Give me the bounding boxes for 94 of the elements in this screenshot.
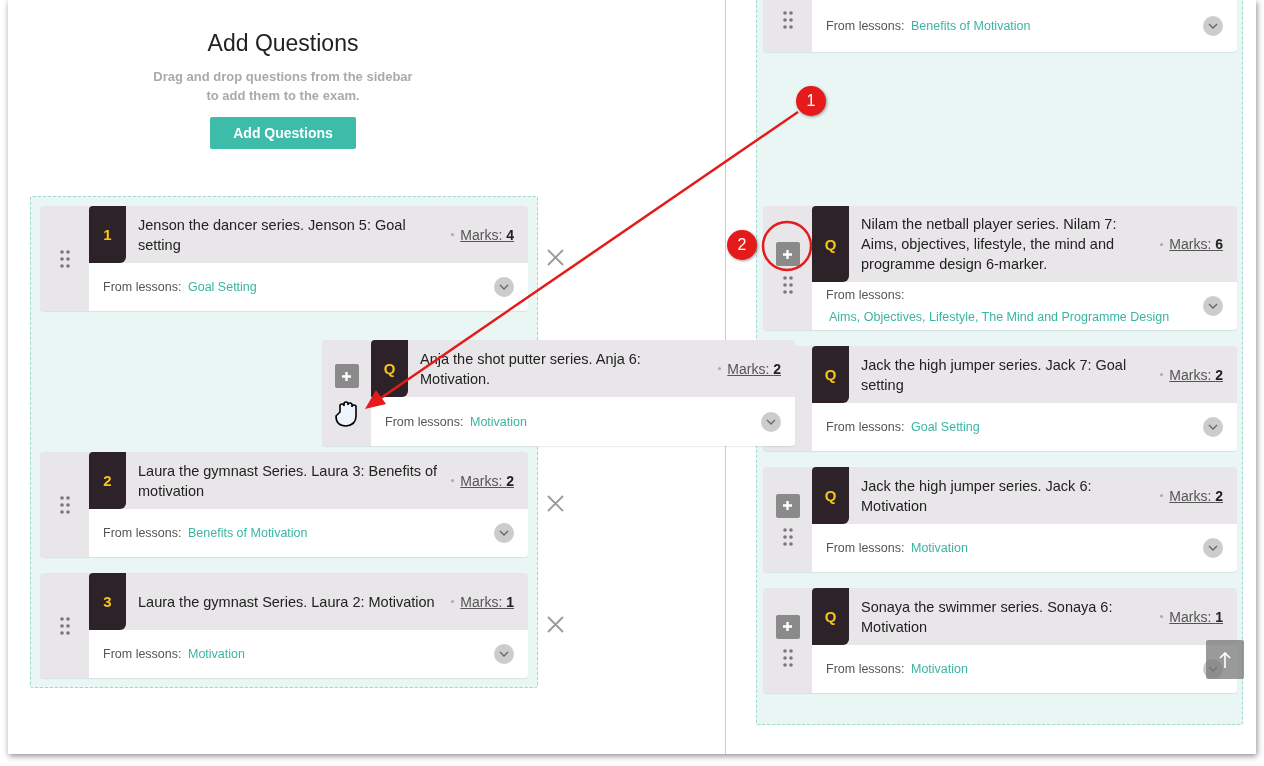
marks-link[interactable]: Marks: 6 [1169, 236, 1223, 252]
lessons-label: From lessons: [826, 420, 905, 434]
page-title: Add Questions [207, 30, 359, 57]
lesson-link[interactable]: Aims, Objectives, Lifestyle, The Mind and Programme Design [829, 310, 1170, 324]
lessons-label: From lessons: [103, 526, 182, 540]
drag-handle-icon[interactable] [59, 616, 70, 635]
question-badge: Q [812, 346, 849, 403]
question-title: Laura the gymnast Series. Laura 3: Benefits of motivation [137, 461, 439, 501]
separator-dot [451, 233, 455, 236]
drag-handle-icon[interactable] [59, 495, 70, 514]
lesson-link[interactable]: Motivation [911, 541, 968, 555]
expand-button[interactable] [494, 523, 514, 543]
lesson-link[interactable]: Motivation [188, 647, 245, 661]
question-badge: Q [812, 467, 849, 524]
question-badge: 2 [89, 452, 126, 509]
lessons-label: From lessons: [826, 18, 905, 33]
separator-dot [1160, 615, 1164, 618]
lessons-label: From lessons: [103, 280, 182, 294]
close-icon [547, 495, 564, 512]
separator-dot [718, 367, 722, 370]
marks-link[interactable]: Marks: 4 [460, 226, 514, 243]
question-title: Jack the high jumper series. Jack 6: Motivation [860, 476, 1093, 516]
hand-cursor-icon [333, 400, 360, 428]
question-badge: Q [812, 206, 849, 282]
question-badge: Q [812, 588, 849, 645]
plus-icon [782, 248, 793, 260]
marks-link[interactable]: Marks: 1 [1169, 608, 1223, 625]
remove-button[interactable] [547, 616, 564, 633]
chevron-down-icon [499, 530, 509, 536]
lessons-label: From lessons: [826, 541, 905, 555]
chevron-down-icon [499, 651, 509, 657]
add-button[interactable] [775, 242, 800, 266]
expand-button[interactable] [1203, 15, 1223, 36]
chevron-down-icon [1208, 303, 1218, 309]
question-title: Laura the gymnast Series. Laura 2: Motivation [137, 592, 436, 612]
separator-dot [1160, 242, 1164, 246]
question-title: Nilam the netball player series. Nilam 7: Aims, objectives, lifestyle, the mind and programme design 6-marker. [860, 215, 1118, 274]
chevron-down-icon [499, 284, 509, 290]
lessons-label: From lessons: [826, 288, 905, 302]
remove-button[interactable] [547, 249, 564, 266]
add-button[interactable] [775, 493, 800, 518]
separator-dot [451, 600, 455, 603]
drag-handle-icon[interactable] [782, 276, 793, 294]
add-questions-button[interactable]: Add Questions [210, 117, 356, 149]
lesson-link[interactable]: Motivation [911, 662, 968, 676]
marks-link[interactable]: Marks: 2 [727, 360, 781, 377]
drag-handle-icon[interactable] [782, 11, 793, 29]
drag-handle-icon[interactable] [782, 527, 793, 546]
lesson-link[interactable]: Goal Setting [911, 420, 980, 434]
question-badge: 3 [89, 573, 126, 630]
add-button[interactable] [334, 364, 359, 388]
scroll-to-top-button[interactable] [1206, 640, 1244, 679]
question-badge: Q [371, 340, 408, 397]
expand-button[interactable] [1203, 538, 1223, 558]
question-badge: 1 [89, 206, 126, 263]
question-title: Jack the high jumper series. Jack 7: Goal setting [860, 355, 1128, 395]
page-description: Drag and drop questions from the sidebar to add them to the exam. [152, 68, 414, 105]
drag-handle-icon[interactable] [782, 648, 793, 667]
plus-icon [341, 370, 352, 382]
plus-icon [782, 500, 793, 511]
highlight-ring [761, 220, 813, 272]
lessons-label: From lessons: [385, 414, 464, 429]
add-button[interactable] [775, 614, 800, 639]
close-icon [547, 616, 564, 633]
marks-link[interactable]: Marks: 2 [1169, 366, 1223, 383]
plus-icon [782, 621, 793, 632]
lesson-link[interactable]: Benefits of Motivation [188, 526, 308, 540]
callout-marker: 2 [727, 230, 757, 260]
chevron-down-icon [766, 418, 776, 425]
marks-link[interactable]: Marks: 2 [1169, 487, 1223, 504]
expand-button[interactable] [494, 644, 514, 664]
close-icon [547, 249, 564, 266]
chevron-down-icon [1208, 22, 1218, 29]
separator-dot [1160, 373, 1164, 376]
chevron-down-icon [1208, 545, 1218, 551]
question-title: Sonaya the swimmer series. Sonaya 6: Motivation [860, 597, 1114, 637]
chevron-down-icon [1208, 424, 1218, 430]
lesson-link[interactable]: Benefits of Motivation [911, 18, 1031, 33]
separator-dot [1160, 494, 1164, 497]
marks-link[interactable]: Marks: 1 [460, 593, 514, 610]
lessons-label: From lessons: [103, 647, 182, 661]
marks-link[interactable]: Marks: 2 [460, 472, 514, 489]
lesson-link[interactable]: Goal Setting [188, 280, 257, 294]
question-title: Jenson the dancer series. Jenson 5: Goal setting [137, 215, 407, 255]
expand-button[interactable] [494, 277, 514, 297]
lesson-link[interactable]: Motivation [470, 414, 527, 429]
drag-handle-icon[interactable] [59, 249, 70, 268]
arrow-up-icon [1219, 650, 1231, 669]
expand-button[interactable] [761, 411, 781, 432]
remove-button[interactable] [547, 495, 564, 512]
expand-button[interactable] [1203, 296, 1223, 316]
separator-dot [451, 479, 455, 482]
lessons-label: From lessons: [826, 662, 905, 676]
expand-button[interactable] [1203, 417, 1223, 437]
